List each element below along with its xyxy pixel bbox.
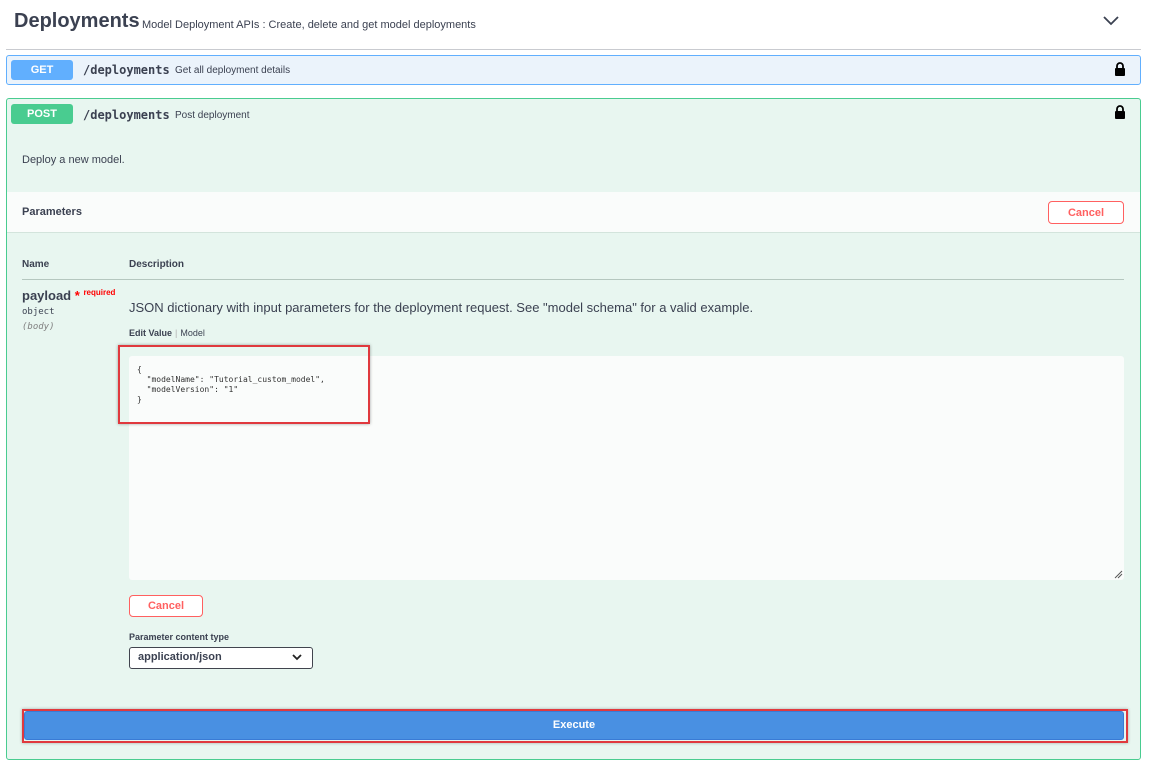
content-type-value: application/json	[138, 651, 222, 663]
operation-path[interactable]: /deployments	[83, 108, 170, 122]
highlight-box-json	[118, 345, 370, 424]
method-badge-get: GET	[11, 60, 73, 80]
method-badge-post[interactable]: POST	[11, 104, 73, 124]
operation-summary: Post deployment	[175, 110, 250, 121]
chevron-down-icon	[292, 654, 302, 661]
post-deployments-operation: POST /deployments Post deployment Deploy…	[6, 98, 1141, 760]
cancel-try-out-button[interactable]: Cancel	[1048, 201, 1124, 224]
operation-description: Deploy a new model.	[22, 154, 125, 166]
chevron-down-icon[interactable]	[1102, 14, 1120, 28]
column-header-description: Description	[129, 259, 185, 270]
parameter-name-text: payload	[22, 288, 72, 303]
lock-icon[interactable]	[1114, 62, 1126, 77]
get-deployments-operation[interactable]: GET /deployments Get all deployment deta…	[6, 55, 1141, 85]
tag-description: Model Deployment APIs : Create, delete a…	[142, 19, 476, 31]
parameter-type: object	[22, 307, 55, 317]
parameters-header: Parameters Cancel	[7, 192, 1140, 233]
tag-divider	[6, 49, 1141, 50]
parameter-in: (body)	[22, 322, 55, 332]
highlight-box-execute	[22, 709, 1128, 743]
cancel-button[interactable]: Cancel	[129, 595, 203, 617]
parameter-description: JSON dictionary with input parameters fo…	[129, 300, 754, 315]
operation-path: /deployments	[83, 63, 170, 77]
body-tabs: Edit Value | Model	[129, 328, 205, 338]
tab-edit-value[interactable]: Edit Value	[129, 328, 172, 338]
required-star: *	[74, 288, 80, 303]
tab-separator: |	[175, 328, 178, 338]
column-header-name: Name	[22, 259, 50, 270]
header-divider	[22, 279, 1124, 280]
tab-model[interactable]: Model	[180, 328, 205, 338]
tag-title[interactable]: Deployments	[14, 10, 140, 33]
lock-icon[interactable]	[1114, 105, 1126, 120]
parameter-name: payload * required	[22, 288, 115, 303]
operation-summary: Get all deployment details	[175, 65, 291, 76]
required-label: required	[83, 288, 116, 297]
parameters-title: Parameters	[22, 206, 82, 218]
resize-grip-icon[interactable]	[1113, 569, 1123, 579]
content-type-select[interactable]: application/json	[129, 647, 313, 669]
content-type-label: Parameter content type	[129, 632, 230, 642]
